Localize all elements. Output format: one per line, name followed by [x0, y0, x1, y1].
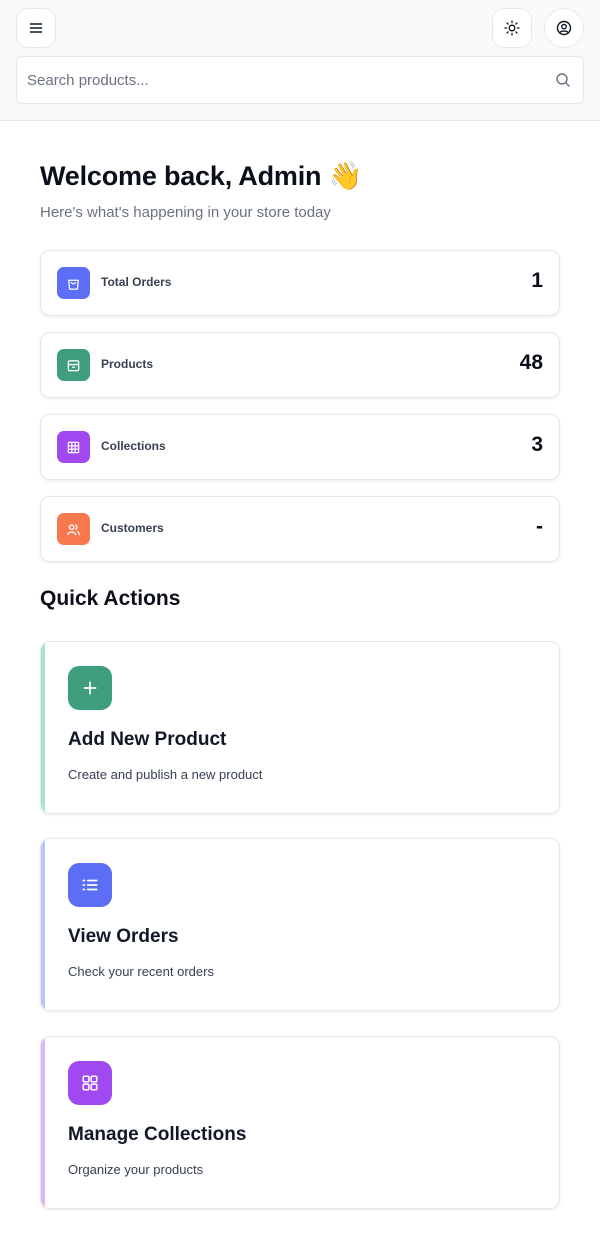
add-new-product-card[interactable]: Add New Product Create and publish a new…: [40, 641, 560, 814]
sun-icon: [504, 20, 520, 36]
stat-value: 1: [531, 269, 543, 292]
plus-icon: [68, 666, 112, 710]
search-icon[interactable]: [555, 72, 571, 88]
package-icon: [57, 349, 90, 381]
users-icon: [57, 513, 90, 545]
stat-label: Collections: [101, 439, 166, 453]
user-circle-icon: [556, 20, 572, 36]
stat-label: Total Orders: [101, 275, 172, 289]
stat-card-total-orders[interactable]: Total Orders 1: [40, 250, 560, 316]
card-accent: [41, 1037, 45, 1208]
stat-card-customers[interactable]: Customers -: [40, 496, 560, 562]
action-title: Add New Product: [68, 729, 227, 750]
action-title: View Orders: [68, 926, 179, 947]
page-title: Welcome back, Admin 👋: [40, 161, 363, 191]
layout-grid-icon: [68, 1061, 112, 1105]
stat-value: -: [536, 515, 543, 538]
stat-value: 3: [531, 433, 543, 456]
stat-label: Products: [101, 357, 154, 371]
stat-card-products[interactable]: Products 48: [40, 332, 560, 398]
menu-button[interactable]: [16, 8, 56, 48]
search-input[interactable]: [17, 57, 537, 103]
user-account-button[interactable]: [544, 8, 584, 48]
action-title: Manage Collections: [68, 1124, 247, 1145]
page-subtitle: Here's what's happening in your store to…: [40, 204, 331, 221]
action-description: Create and publish a new product: [68, 767, 263, 782]
list-icon: [68, 863, 112, 907]
view-orders-card[interactable]: View Orders Check your recent orders: [40, 838, 560, 1011]
action-description: Check your recent orders: [68, 964, 214, 979]
shopping-bag-icon: [57, 267, 90, 299]
top-bar: [0, 0, 600, 121]
manage-collections-card[interactable]: Manage Collections Organize your product…: [40, 1036, 560, 1209]
theme-toggle-button[interactable]: [492, 8, 532, 48]
stat-card-collections[interactable]: Collections 3: [40, 414, 560, 480]
grid-icon: [57, 431, 90, 463]
stat-label: Customers: [101, 521, 164, 535]
menu-icon: [28, 20, 44, 36]
card-accent: [41, 839, 45, 1010]
search-bar: [16, 56, 584, 104]
action-description: Organize your products: [68, 1162, 204, 1177]
card-accent: [41, 642, 45, 813]
section-title: Quick Actions: [40, 587, 181, 610]
stat-value: 48: [519, 351, 543, 374]
